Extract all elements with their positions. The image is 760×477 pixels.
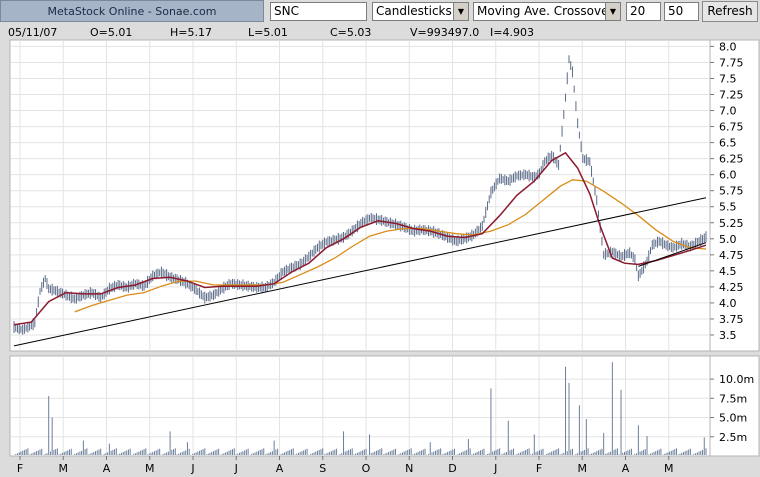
price-tick-label: 6.75 — [719, 121, 744, 134]
price-tick-label: 3.75 — [719, 313, 744, 326]
price-tick-label: 7.75 — [719, 56, 744, 69]
x-tick-label: F — [536, 462, 542, 475]
x-tick-label: A — [276, 462, 284, 475]
x-tick-label: S — [319, 462, 326, 475]
volume-tick-label: 2.5m — [719, 431, 747, 444]
x-tick-label: M — [664, 462, 674, 475]
x-tick-label: J — [190, 462, 194, 475]
price-tick-label: 5.75 — [719, 185, 744, 198]
price-tick-label: 4.0 — [719, 297, 737, 310]
price-tick-label: 8.0 — [719, 40, 737, 53]
x-tick-label: N — [405, 462, 413, 475]
price-tick-label: 5.5 — [719, 201, 737, 214]
price-tick-label: 3.5 — [719, 329, 737, 342]
x-tick-label: M — [145, 462, 155, 475]
x-tick-label: J — [234, 462, 238, 475]
price-panel — [9, 39, 760, 352]
x-tick-label: J — [493, 462, 497, 475]
price-tick-label: 5.0 — [719, 233, 737, 246]
price-tick-label: 5.25 — [719, 217, 744, 230]
volume-tick-label: 10.0m — [719, 373, 754, 386]
price-volume-chart: 3.5 3.75 4.0 4.25 4.5 4.75 5.0 5.25 5.5 5.75 6.0 6.… — [9, 39, 760, 475]
volume-tick-label: 5.0m — [719, 412, 747, 425]
price-tick-label: 7.0 — [719, 105, 737, 118]
x-tick-label: M — [59, 462, 69, 475]
volume-tick-label: 7.5m — [719, 392, 747, 405]
x-tick-label: D — [448, 462, 456, 475]
x-tick-label: A — [103, 462, 111, 475]
price-tick-label: 4.5 — [719, 265, 737, 278]
x-tick-label: O — [362, 462, 371, 475]
price-tick-label: 7.5 — [719, 72, 737, 85]
price-tick-label: 4.75 — [719, 249, 744, 262]
x-tick-label: M — [578, 462, 588, 475]
price-tick-label: 6.5 — [719, 137, 737, 150]
price-tick-label: 4.25 — [719, 281, 744, 294]
x-tick-label: A — [622, 462, 630, 475]
price-tick-label: 6.0 — [719, 169, 737, 182]
price-tick-label: 7.25 — [719, 89, 744, 102]
x-tick-label: F — [17, 462, 23, 475]
price-tick-label: 6.25 — [719, 153, 744, 166]
